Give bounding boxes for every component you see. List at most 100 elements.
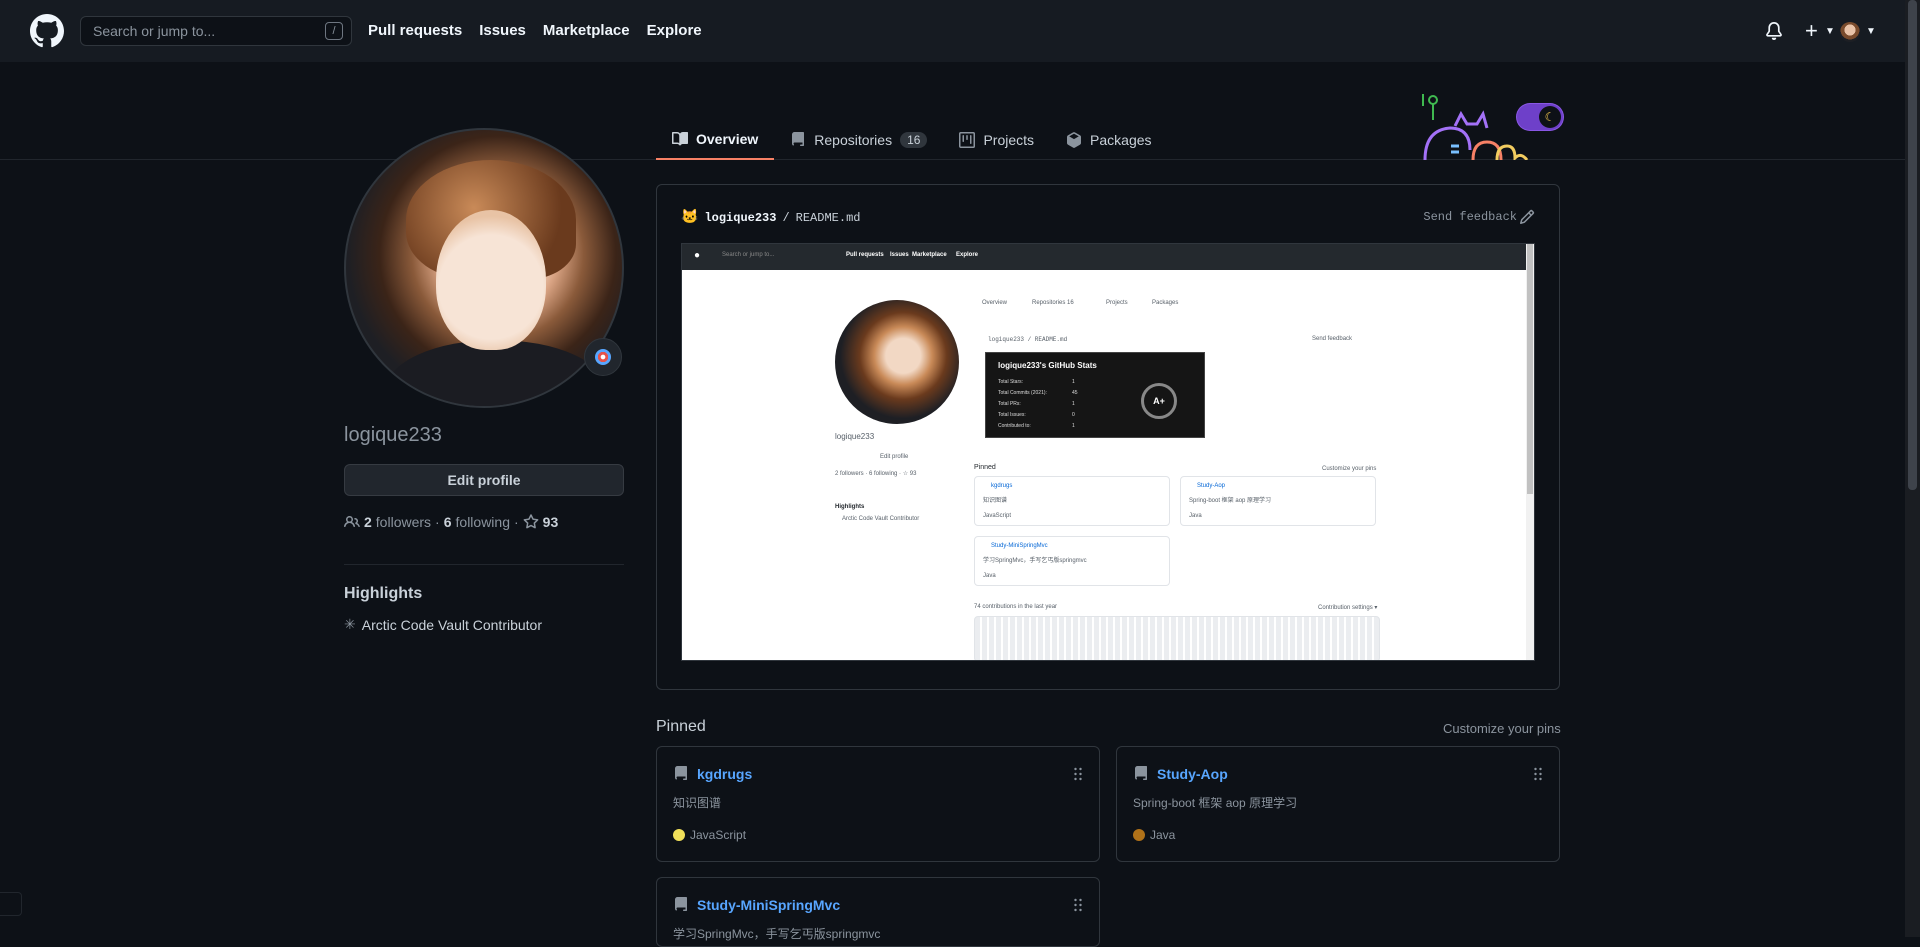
mini-nav-issues: Issues	[890, 252, 909, 258]
profile-username: logique233	[344, 424, 442, 446]
mini-contrib-settings: Contribution settings ▾	[1318, 605, 1378, 611]
search-input[interactable]: Search or jump to... /	[80, 16, 352, 46]
avatar-face-shape	[436, 210, 546, 350]
pinned-heading: Pinned	[656, 718, 706, 735]
pinned-repo-card: Study-Aop Spring-boot 框架 aop 原理学习 Java	[1116, 746, 1560, 862]
followers-count[interactable]: 2	[364, 514, 372, 530]
grabber-icon[interactable]	[1073, 766, 1083, 782]
mini-pin-desc: Spring-boot 框架 aop 原理学习	[1189, 498, 1272, 504]
keyboard-shortcut-tab[interactable]	[0, 892, 22, 916]
send-feedback-link[interactable]: Send feedback	[1423, 210, 1517, 224]
avatar-body-shape	[386, 340, 606, 406]
stats-row: Total Issues:	[998, 412, 1026, 418]
followers-link[interactable]: followers	[376, 514, 431, 530]
tab-repositories[interactable]: Repositories 16	[774, 120, 943, 160]
mini-pin-lang: Java	[983, 573, 996, 579]
stats-value: 0	[1072, 412, 1075, 418]
mini-highlights: Highlights	[835, 504, 865, 510]
highlights-heading: Highlights	[344, 585, 423, 602]
readme-owner[interactable]: logique233	[704, 211, 776, 225]
pinned-repo-link[interactable]: Study-Aop	[1157, 766, 1228, 782]
pinned-repo-language: JavaScript	[673, 828, 746, 842]
nav-pull-requests[interactable]: Pull requests	[368, 22, 462, 39]
readme-file[interactable]: README.md	[796, 211, 861, 225]
mini-nav-pr: Pull requests	[846, 252, 884, 258]
tab-repositories-label: Repositories	[814, 132, 893, 148]
stats-value: 1	[1072, 401, 1075, 407]
header-actions: + ▼ ▼	[1705, 0, 1905, 62]
pinned-repo-link[interactable]: Study-MiniSpringMvc	[697, 897, 840, 913]
stats-row: Total Stars:	[998, 379, 1024, 385]
mini-pinned: Pinned	[974, 464, 996, 471]
search-placeholder: Search or jump to...	[93, 23, 216, 39]
tab-projects[interactable]: Projects	[943, 120, 1050, 160]
highlight-arctic-vault[interactable]: ✳ Arctic Code Vault Contributor	[344, 616, 542, 633]
mini-username: logique233	[835, 432, 875, 441]
mini-tab-overview: Overview	[982, 300, 1008, 306]
tab-overview[interactable]: Overview	[656, 120, 775, 160]
customize-pins-link[interactable]: Customize your pins	[1443, 721, 1561, 736]
slash-shortcut-key: /	[325, 22, 343, 40]
highlight-label: Arctic Code Vault Contributor	[361, 616, 542, 633]
grabber-icon[interactable]	[1073, 897, 1083, 913]
profile-tabs: Overview Repositories 16 Projects Packag…	[656, 120, 1168, 160]
bell-icon[interactable]	[1765, 22, 1783, 40]
book-icon	[672, 131, 688, 146]
mini-pin-card: Study-MiniSpringMvc 学习SpringMvc，手写乞丐版spr…	[974, 536, 1170, 586]
pinned-repo-link[interactable]: kgdrugs	[697, 766, 752, 782]
grabber-icon[interactable]	[1533, 766, 1543, 782]
repo-icon	[675, 897, 687, 911]
nav-marketplace[interactable]: Marketplace	[543, 22, 630, 39]
profile-avatar[interactable]	[344, 128, 624, 408]
mini-nav-explore: Explore	[956, 252, 979, 258]
mini-edit-profile: Edit profile	[880, 454, 909, 460]
user-avatar[interactable]	[1840, 22, 1860, 42]
chevron-down-icon[interactable]: ▼	[1866, 26, 1876, 37]
stats-value: 1	[1072, 379, 1075, 385]
mini-contrib-title: 74 contributions in the last year	[974, 604, 1058, 610]
pencil-icon[interactable]	[1519, 209, 1535, 225]
tab-packages-label: Packages	[1090, 132, 1152, 148]
snowflake-icon: ✳	[344, 616, 356, 632]
stats-title: logique233's GitHub Stats	[998, 361, 1097, 370]
tab-packages[interactable]: Packages	[1050, 120, 1167, 160]
nav-issues[interactable]: Issues	[479, 22, 526, 39]
mini-feedback: Send feedback	[1312, 336, 1353, 342]
following-link[interactable]: following	[456, 514, 510, 530]
edit-profile-button[interactable]: Edit profile	[344, 464, 624, 496]
status-emoji-button[interactable]	[584, 338, 622, 376]
target-icon	[595, 349, 611, 365]
pinned-repo-description: 知识图谱	[673, 796, 722, 810]
scrollbar-thumb[interactable]	[1908, 0, 1917, 490]
moon-icon: ☾	[1539, 106, 1561, 128]
github-logo-icon[interactable]	[30, 14, 64, 48]
mini-avatar	[835, 300, 959, 424]
stats-row: Contributed to:	[998, 423, 1031, 429]
star-icon	[523, 514, 539, 529]
top-header: Search or jump to... / Pull requests Iss…	[0, 0, 1905, 62]
octocat-icon: 🐱	[681, 210, 699, 226]
repo-icon	[675, 766, 687, 780]
page-scrollbar[interactable]	[1905, 0, 1920, 937]
people-icon	[344, 515, 360, 528]
mini-readme-path: logique233 / README.md	[988, 336, 1068, 343]
chevron-down-icon[interactable]: ▼	[1825, 26, 1835, 37]
stars-count[interactable]: 93	[543, 514, 559, 530]
theme-toggle[interactable]: ☾	[1517, 104, 1563, 130]
repo-icon	[792, 132, 805, 146]
mini-pin-lang: Java	[1189, 513, 1202, 519]
readme-screenshot-image: ● Search or jump to... Pull requests Iss…	[681, 243, 1535, 661]
mini-logo: ●	[694, 250, 701, 261]
following-count[interactable]: 6	[444, 514, 452, 530]
create-new-button[interactable]: +	[1805, 18, 1818, 44]
global-nav: Pull requests Issues Marketplace Explore	[368, 22, 702, 39]
nav-explore[interactable]: Explore	[647, 22, 702, 39]
mini-nav-market: Marketplace	[912, 252, 947, 258]
language-color-dot	[1133, 829, 1145, 841]
mona-mascot-illustration	[1422, 94, 1529, 160]
mini-pin-card: Study-Aop Spring-boot 框架 aop 原理学习 Java	[1180, 476, 1376, 526]
mini-search: Search or jump to...	[722, 252, 775, 258]
sidebar-divider	[344, 564, 624, 565]
stats-grade-ring: A+	[1141, 383, 1177, 419]
tab-projects-label: Projects	[983, 132, 1035, 148]
